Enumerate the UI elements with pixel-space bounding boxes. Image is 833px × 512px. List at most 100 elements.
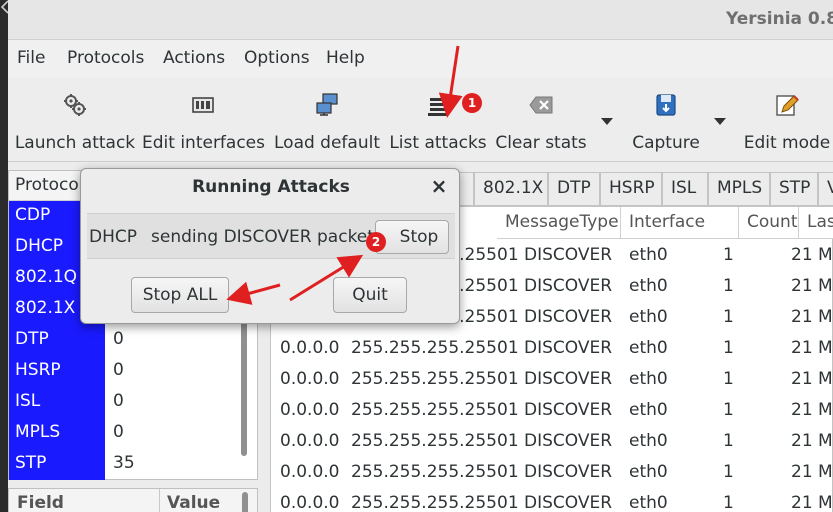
edit-pencil-icon [776, 95, 799, 116]
protocol-row-stp[interactable]: STP 35 [9, 449, 259, 480]
cell-interface: eth0 [629, 369, 668, 389]
step-badge-1: 1 [462, 93, 482, 113]
cell-message-type: 01 DISCOVER [497, 276, 613, 296]
cell-last-seen: 21 Ma [791, 276, 833, 296]
menu-help[interactable]: Help [326, 48, 365, 68]
protocol-name: ISL [9, 387, 105, 418]
protocol-row-dtp[interactable]: DTP 0 [9, 325, 259, 356]
table-row[interactable]: 0.0.0.0 255.255.255.255 01 DISCOVER eth0… [271, 334, 833, 365]
tab-dtp[interactable]: DTP [548, 172, 600, 206]
cell-count: 1 [723, 245, 734, 265]
cell-last-seen: 21 Ma [791, 493, 833, 512]
cell-message-type: 01 DISCOVER [497, 431, 613, 451]
cell-last-seen: 21 Ma [791, 338, 833, 358]
stop-button[interactable]: Stop [375, 220, 449, 254]
attack-protocol: DHCP [89, 227, 137, 247]
protocol-row-mpls[interactable]: MPLS 0 [9, 418, 259, 449]
launch-attack-label: Launch attack [14, 133, 136, 153]
cell-destination: 255.255.255.255 [351, 400, 498, 420]
cell-destination: 255.255.255.255 [351, 338, 498, 358]
gears-icon [64, 94, 86, 116]
menu-protocols[interactable]: Protocols [67, 48, 144, 68]
tab-8021x[interactable]: 802.1X [474, 172, 548, 206]
network-computers-icon [316, 93, 338, 116]
cell-last-seen: 21 Ma [791, 462, 833, 482]
tab-stp[interactable]: STP [770, 172, 818, 206]
quit-button[interactable]: Quit [333, 277, 407, 313]
cell-message-type: 01 DISCOVER [497, 400, 613, 420]
menu-bar: File Protocols Actions Options Help [8, 40, 833, 78]
close-icon[interactable]: × [429, 175, 449, 197]
cell-count: 1 [723, 431, 734, 451]
tab-isl[interactable]: ISL [662, 172, 708, 206]
table-row[interactable]: 0.0.0.0 255.255.255.255 01 DISCOVER eth0… [271, 489, 833, 512]
capture-dropdown-icon[interactable] [714, 118, 726, 125]
cell-interface: eth0 [629, 338, 668, 358]
column-header-count[interactable]: Count [739, 207, 799, 239]
protocol-row-isl[interactable]: ISL 0 [9, 387, 259, 418]
table-row[interactable]: 0.0.0.0 255.255.255.255 01 DISCOVER eth0… [271, 458, 833, 489]
menu-options[interactable]: Options [244, 48, 310, 68]
clear-stats-dropdown-icon[interactable] [601, 118, 613, 125]
launch-attack-button[interactable]: Launch attack [12, 78, 138, 162]
column-divider [159, 489, 160, 512]
table-row[interactable]: 0.0.0.0 255.255.255.255 01 DISCOVER eth0… [271, 365, 833, 396]
cell-message-type: 01 DISCOVER [497, 307, 613, 327]
cell-source: 0.0.0.0 [280, 369, 340, 389]
cell-message-type: 01 DISCOVER [497, 462, 613, 482]
attack-description: sending DISCOVER packet [151, 227, 374, 247]
column-header-interface[interactable]: Interface [621, 207, 739, 239]
cell-message-type: 01 DISCOVER [497, 245, 613, 265]
load-default-button[interactable]: Load default [274, 78, 380, 162]
cell-last-seen: 21 Ma [791, 307, 833, 327]
cell-interface: eth0 [629, 462, 668, 482]
cell-count: 1 [723, 276, 734, 296]
cell-destination: 255.255.255.255 [351, 431, 498, 451]
tab-mpls[interactable]: MPLS [708, 172, 770, 206]
table-row[interactable]: 0.0.0.0 255.255.255.255 01 DISCOVER eth0… [271, 396, 833, 427]
menu-file[interactable]: File [17, 48, 45, 68]
cell-count: 1 [723, 307, 734, 327]
list-attacks-button[interactable]: List attacks [388, 78, 488, 162]
stack-icon [428, 98, 448, 116]
stop-all-button[interactable]: Stop ALL [131, 277, 229, 313]
cell-source: 0.0.0.0 [280, 493, 340, 512]
capture-button[interactable]: Capture [626, 78, 706, 162]
step-badge-2: 2 [366, 232, 386, 252]
clear-stats-button[interactable]: Clear stats [494, 78, 588, 162]
protocol-name: HSRP [9, 356, 105, 387]
tab-vtp[interactable]: V [818, 172, 833, 206]
tab-hsrp[interactable]: HSRP [600, 172, 662, 206]
running-attack-row: DHCP sending DISCOVER packet Stop [87, 213, 455, 259]
protocol-row-hsrp[interactable]: HSRP 0 [9, 356, 259, 387]
fields-scrollbar[interactable] [242, 492, 248, 512]
cell-last-seen: 21 Ma [791, 245, 833, 265]
dialog-title: Running Attacks [192, 177, 350, 197]
protocol-count: 0 [113, 422, 124, 442]
protocol-count: 35 [113, 453, 135, 473]
cell-source: 0.0.0.0 [280, 400, 340, 420]
cell-interface: eth0 [629, 245, 668, 265]
edit-mode-label: Edit mode [743, 133, 831, 153]
yersinia-window: Yersinia 0.8.2 File Protocols Actions Op… [8, 0, 833, 512]
edit-interfaces-button[interactable]: Edit interfaces [142, 78, 266, 162]
table-row[interactable]: 0.0.0.0 255.255.255.255 01 DISCOVER eth0… [271, 427, 833, 458]
title-bar: Yersinia 0.8.2 [8, 0, 833, 40]
menu-actions[interactable]: Actions [163, 48, 225, 68]
list-attacks-label: List attacks [389, 133, 487, 153]
protocol-name: STP [9, 449, 105, 480]
column-header-last-seen[interactable]: Last s [799, 207, 833, 239]
edit-interfaces-label: Edit interfaces [142, 133, 266, 153]
window-title: Yersinia 0.8.2 [726, 9, 833, 29]
value-column-header[interactable]: Value [167, 493, 220, 512]
cell-count: 1 [723, 400, 734, 420]
edit-mode-button[interactable]: Edit mode [742, 78, 832, 162]
cell-message-type: 01 DISCOVER [497, 493, 613, 512]
column-header-messagetype[interactable]: MessageType [497, 207, 621, 239]
protocol-name: MPLS [9, 418, 105, 449]
toolbar: Launch attack Edit interfaces Load defau… [8, 78, 833, 162]
cell-interface: eth0 [629, 276, 668, 296]
cell-message-type: 01 DISCOVER [497, 338, 613, 358]
cell-interface: eth0 [629, 431, 668, 451]
field-column-header[interactable]: Field [17, 493, 64, 512]
